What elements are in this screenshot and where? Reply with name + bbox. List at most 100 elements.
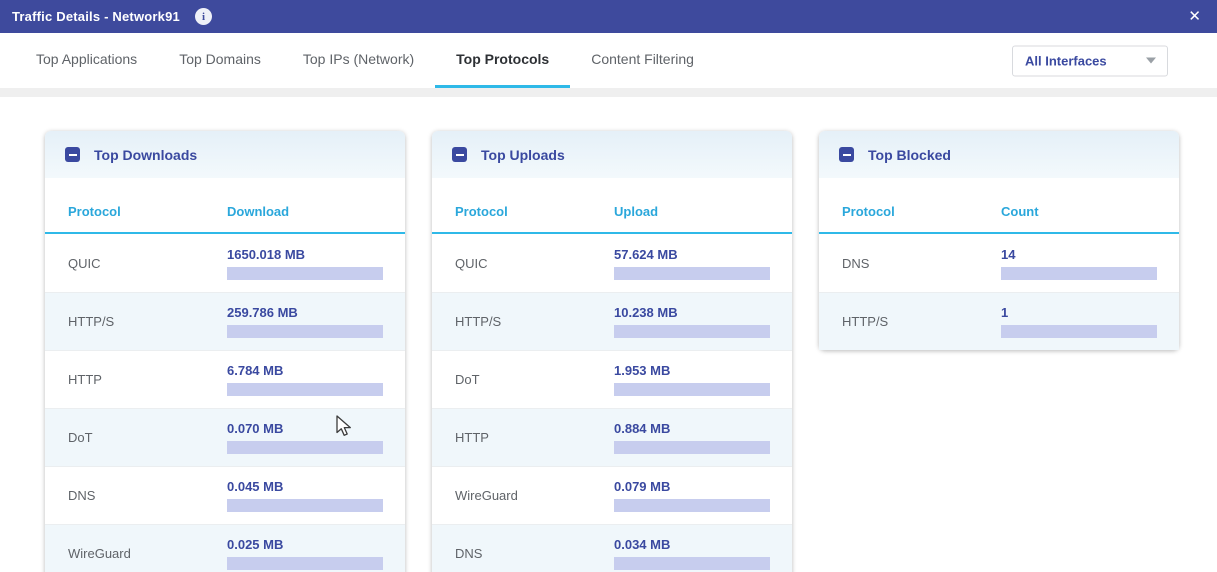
tabbar-divider	[0, 88, 1217, 97]
usage-bar	[227, 325, 383, 338]
value-cell: 0.079 MB	[614, 479, 792, 512]
protocol-name: DoT	[45, 430, 227, 445]
value-label: 0.034 MB	[614, 537, 770, 552]
usage-bar	[1001, 267, 1157, 280]
panel-header: Top Downloads	[45, 131, 405, 178]
value-label: 259.786 MB	[227, 305, 383, 320]
value-cell: 0.884 MB	[614, 421, 792, 454]
value-label: 0.025 MB	[227, 537, 383, 552]
rows: QUIC 1650.018 MB HTTP/S 259.786 MB HTTP …	[45, 234, 405, 572]
value-cell: 1650.018 MB	[227, 247, 405, 280]
dialog-titlebar: Traffic Details - Network91 i ✕	[0, 0, 1217, 33]
panel-top-blocked: Top Blocked Protocol Count DNS 14 HTTP/S…	[819, 131, 1179, 350]
close-icon[interactable]: ✕	[1188, 9, 1201, 24]
tab-top-applications[interactable]: Top Applications	[15, 33, 158, 88]
value-cell: 10.238 MB	[614, 305, 792, 338]
value-cell: 6.784 MB	[227, 363, 405, 396]
table-row: DoT 1.953 MB	[432, 350, 792, 408]
panels-row: Top Downloads Protocol Download QUIC 165…	[0, 97, 1217, 572]
panel-header: Top Blocked	[819, 131, 1179, 178]
tab-top-protocols[interactable]: Top Protocols	[435, 33, 570, 88]
protocol-name: DNS	[45, 488, 227, 503]
protocol-name: HTTP	[45, 372, 227, 387]
panel-title: Top Downloads	[94, 147, 197, 163]
panel-title: Top Blocked	[868, 147, 951, 163]
table-header-row: Protocol Download	[45, 178, 405, 234]
usage-bar	[227, 557, 383, 570]
protocol-name: HTTP	[432, 430, 614, 445]
panel-title: Top Uploads	[481, 147, 565, 163]
value-cell: 0.070 MB	[227, 421, 405, 454]
protocol-name: WireGuard	[432, 488, 614, 503]
protocol-name: HTTP/S	[819, 314, 1001, 329]
value-label: 6.784 MB	[227, 363, 383, 378]
value-label: 0.070 MB	[227, 421, 383, 436]
usage-bar	[614, 383, 770, 396]
table-header-row: Protocol Count	[819, 178, 1179, 234]
interface-select-value: All Interfaces	[1025, 53, 1107, 68]
column-header-protocol: Protocol	[45, 204, 227, 219]
usage-bar	[227, 441, 383, 454]
table-row: WireGuard 0.079 MB	[432, 466, 792, 524]
collapse-icon[interactable]	[452, 147, 467, 162]
value-cell: 0.025 MB	[227, 537, 405, 570]
dialog-title: Traffic Details - Network91	[12, 9, 180, 24]
table-row: HTTP/S 10.238 MB	[432, 292, 792, 350]
table-row: DNS 14	[819, 234, 1179, 292]
rows: QUIC 57.624 MB HTTP/S 10.238 MB DoT 1.95…	[432, 234, 792, 572]
value-label: 10.238 MB	[614, 305, 770, 320]
rows: DNS 14 HTTP/S 1	[819, 234, 1179, 350]
column-header-value: Count	[1001, 204, 1179, 219]
table-header-row: Protocol Upload	[432, 178, 792, 234]
tab-top-domains[interactable]: Top Domains	[158, 33, 282, 88]
value-cell: 259.786 MB	[227, 305, 405, 338]
protocol-name: QUIC	[432, 256, 614, 271]
tab-top-ips-network[interactable]: Top IPs (Network)	[282, 33, 435, 88]
tab-list: Top ApplicationsTop DomainsTop IPs (Netw…	[15, 33, 715, 88]
tab-bar: Top ApplicationsTop DomainsTop IPs (Netw…	[0, 33, 1217, 88]
value-cell: 14	[1001, 247, 1179, 280]
panel-top-uploads: Top Uploads Protocol Upload QUIC 57.624 …	[432, 131, 792, 572]
usage-bar	[614, 267, 770, 280]
table-row: DoT 0.070 MB	[45, 408, 405, 466]
table-row: HTTP 0.884 MB	[432, 408, 792, 466]
protocol-name: HTTP/S	[45, 314, 227, 329]
panel-top-downloads: Top Downloads Protocol Download QUIC 165…	[45, 131, 405, 572]
value-label: 57.624 MB	[614, 247, 770, 262]
table-row: HTTP/S 259.786 MB	[45, 292, 405, 350]
protocol-name: DNS	[432, 546, 614, 561]
chevron-down-icon	[1146, 58, 1156, 64]
table-row: QUIC 1650.018 MB	[45, 234, 405, 292]
collapse-icon[interactable]	[65, 147, 80, 162]
table-row: DNS 0.045 MB	[45, 466, 405, 524]
value-cell: 57.624 MB	[614, 247, 792, 280]
value-cell: 0.045 MB	[227, 479, 405, 512]
protocol-name: DNS	[819, 256, 1001, 271]
column-header-value: Upload	[614, 204, 792, 219]
usage-bar	[614, 499, 770, 512]
table-row: QUIC 57.624 MB	[432, 234, 792, 292]
column-header-protocol: Protocol	[432, 204, 614, 219]
value-label: 14	[1001, 247, 1157, 262]
usage-bar	[614, 325, 770, 338]
usage-bar	[614, 557, 770, 570]
value-cell: 1.953 MB	[614, 363, 792, 396]
value-cell: 1	[1001, 305, 1179, 338]
tab-content-filtering[interactable]: Content Filtering	[570, 33, 715, 88]
column-header-protocol: Protocol	[819, 204, 1001, 219]
panel-header: Top Uploads	[432, 131, 792, 178]
usage-bar	[227, 383, 383, 396]
info-icon[interactable]: i	[195, 8, 212, 25]
table-row: HTTP/S 1	[819, 292, 1179, 350]
value-label: 0.884 MB	[614, 421, 770, 436]
table-row: HTTP 6.784 MB	[45, 350, 405, 408]
protocol-name: DoT	[432, 372, 614, 387]
protocol-name: WireGuard	[45, 546, 227, 561]
value-label: 0.079 MB	[614, 479, 770, 494]
interface-select[interactable]: All Interfaces	[1012, 45, 1168, 76]
collapse-icon[interactable]	[839, 147, 854, 162]
protocol-name: QUIC	[45, 256, 227, 271]
usage-bar	[227, 499, 383, 512]
usage-bar	[227, 267, 383, 280]
value-label: 1	[1001, 305, 1157, 320]
